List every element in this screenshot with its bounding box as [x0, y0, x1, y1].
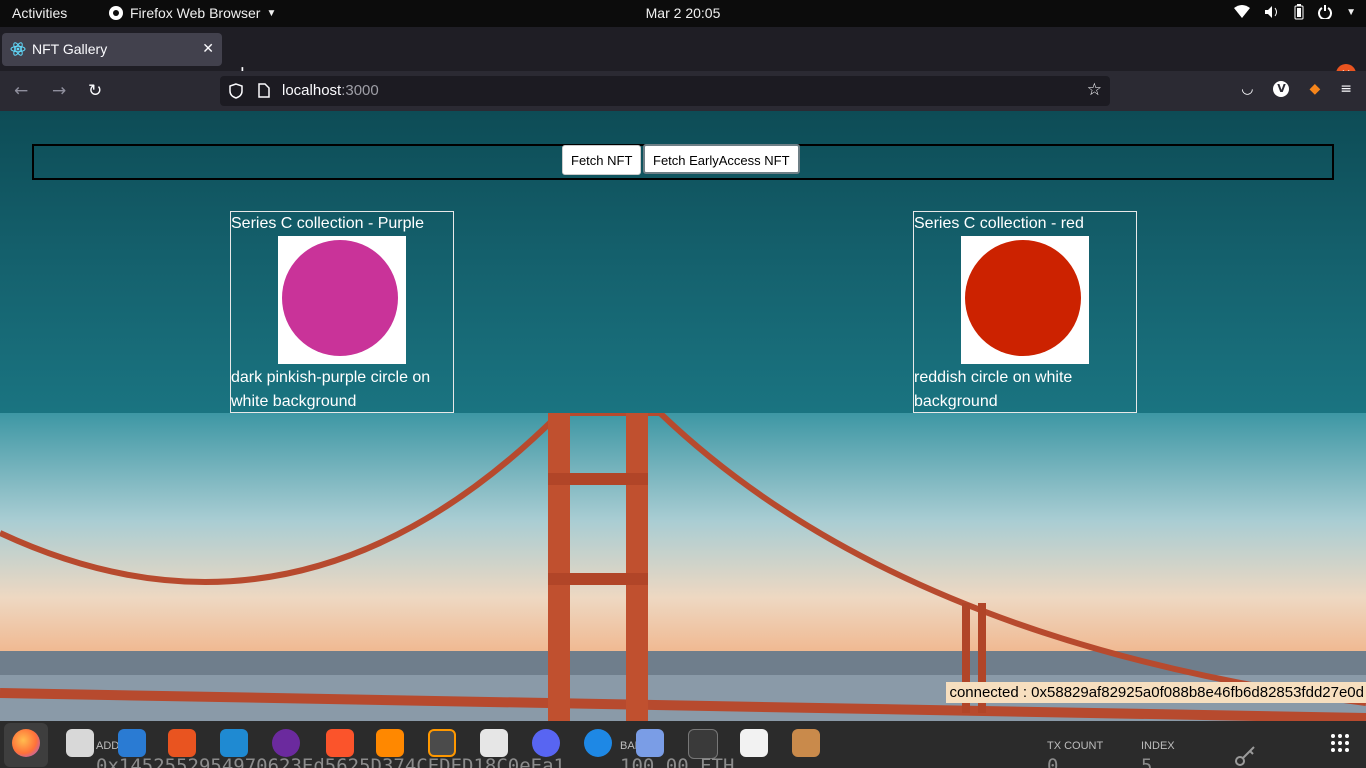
vlc-icon[interactable] [376, 729, 404, 757]
ganache-icon[interactable] [792, 729, 820, 757]
url-host: localhost [282, 82, 342, 99]
browser-nav-bar: ← → ↻ localhost:3000 ☆ ◡ V ◆ ≡ [0, 71, 1366, 111]
url-port: :3000 [341, 82, 379, 99]
nft-card-description: dark pinkish-purple circle on white back… [231, 369, 431, 410]
nft-card-title: Series C collection - Purple [231, 215, 424, 232]
browser-tab-bar: NFT Gallery ✕ + — ▫ ✕ [0, 27, 1366, 85]
nft-image [278, 236, 406, 364]
toolbar-icons: ◡ V ◆ ≡ [1241, 81, 1352, 97]
fetch-earlyaccess-nft-button[interactable]: Fetch EarlyAccess NFT [643, 144, 800, 174]
system-top-bar: Activities Firefox Web Browser ▼ Mar 2 2… [0, 0, 1366, 27]
clock[interactable]: Mar 2 20:05 [0, 5, 1366, 21]
index-label: INDEX [1141, 740, 1175, 752]
nft-circle [282, 240, 398, 356]
battery-icon [1294, 4, 1304, 20]
tab-close-icon[interactable]: ✕ [202, 40, 214, 57]
balance-value: 100.00 ETH [620, 755, 735, 768]
nft-card[interactable]: Series C collection - Purple dark pinkis… [230, 211, 454, 413]
discord-icon[interactable] [532, 729, 560, 757]
browser-tab[interactable]: NFT Gallery ✕ [2, 33, 222, 66]
back-button[interactable]: ← [14, 81, 28, 101]
software-icon[interactable] [168, 729, 196, 757]
tab-title: NFT Gallery [32, 41, 108, 57]
writer-icon[interactable] [118, 729, 146, 757]
files-icon[interactable] [66, 729, 94, 757]
bookmark-star-icon[interactable]: ☆ [1087, 80, 1102, 100]
tx-count-value: 0 [1047, 755, 1059, 768]
connection-status: connected : 0x58829af82925a0f088b8e46fb6… [946, 682, 1366, 703]
editor-icon[interactable] [740, 729, 768, 757]
key-icon[interactable] [1234, 743, 1258, 767]
dock: ADD BAL 0x1452552954970623Ed5625D374CEDE… [0, 721, 1366, 768]
url-bar[interactable]: localhost:3000 ☆ [220, 76, 1110, 106]
system-tray[interactable]: ▼ [1234, 4, 1356, 20]
page-content: Fetch NFT Fetch EarlyAccess NFT Series C… [0, 111, 1366, 721]
fetch-nft-button[interactable]: Fetch NFT [562, 145, 642, 175]
bridge-background-image [0, 413, 1366, 721]
nft-image [961, 236, 1089, 364]
pocket-icon[interactable]: ◡ [1241, 81, 1253, 97]
tx-count-label: TX COUNT [1047, 740, 1104, 752]
nft-circle [965, 240, 1081, 356]
volume-icon [1265, 6, 1278, 18]
address-label: ADD [96, 740, 120, 752]
wifi-icon [1234, 5, 1251, 18]
index-value: 5 [1141, 755, 1153, 768]
firefox-icon[interactable] [12, 729, 40, 757]
sublime-icon[interactable] [428, 729, 456, 757]
show-applications-icon[interactable] [1330, 733, 1350, 753]
react-icon [10, 42, 26, 56]
brave-icon[interactable] [326, 729, 354, 757]
nft-card[interactable]: Series C collection - red reddish circle… [913, 211, 1137, 413]
reload-button[interactable]: ↻ [88, 81, 102, 101]
url-text: localhost:3000 [282, 82, 379, 99]
podcast-icon[interactable] [272, 729, 300, 757]
nft-card-title: Series C collection - red [914, 215, 1084, 232]
shield-icon[interactable] [229, 83, 243, 99]
menu-icon[interactable]: ≡ [1340, 81, 1352, 97]
address-value: 0x1452552954970623Ed5625D374CEDED18C0eEa… [96, 755, 565, 768]
forward-button[interactable]: → [52, 81, 66, 101]
chevron-down-icon: ▼ [1346, 6, 1356, 18]
metamask-icon[interactable]: ◆ [1309, 81, 1320, 97]
vscode-icon[interactable] [220, 729, 248, 757]
checklist-icon[interactable] [636, 729, 664, 757]
extension-badge-icon[interactable]: V [1273, 81, 1290, 97]
power-icon [1318, 5, 1333, 19]
nft-card-description: reddish circle on white background [914, 369, 1073, 410]
page-icon [258, 83, 270, 98]
notes-icon[interactable] [480, 729, 508, 757]
tasks-icon[interactable] [584, 729, 612, 757]
